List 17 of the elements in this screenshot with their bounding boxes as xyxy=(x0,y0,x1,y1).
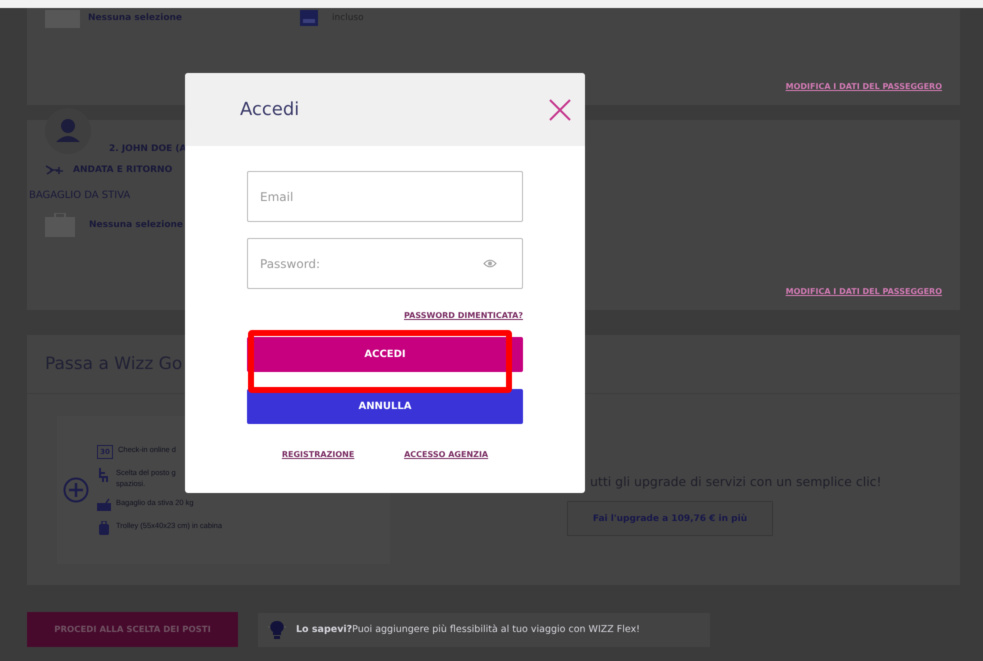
dialog-link[interactable]: ACCESSO AGENZIA xyxy=(404,450,488,459)
bag-icon xyxy=(300,10,318,26)
eye-icon[interactable] xyxy=(483,259,497,268)
forgot-password-link[interactable]: PASSWORD DIMENTICATA? xyxy=(404,311,523,320)
edit-passenger-link[interactable]: MODIFICA I DATI DEL PASSEGGERO xyxy=(786,287,942,296)
dialog-title: Accedi xyxy=(240,99,300,120)
seat-icon xyxy=(97,468,111,482)
close-icon[interactable] xyxy=(549,98,571,120)
login-button[interactable]: ACCEDI xyxy=(247,337,523,372)
password-field[interactable]: Password: xyxy=(247,238,523,289)
add-icon[interactable] xyxy=(63,477,89,503)
plane-icon xyxy=(45,164,65,176)
tip-text: Lo sapevi?Puoi aggiungere più flessibilità al tuo viaggio con WIZZ Flex! xyxy=(296,624,640,635)
email-field[interactable]: Email xyxy=(247,171,523,222)
edit-passenger-link[interactable]: MODIFICA I DATI DEL PASSEGGERO xyxy=(786,82,942,91)
trolley-icon xyxy=(97,521,111,535)
dialog-link[interactable]: REGISTRAZIONE xyxy=(282,450,354,459)
